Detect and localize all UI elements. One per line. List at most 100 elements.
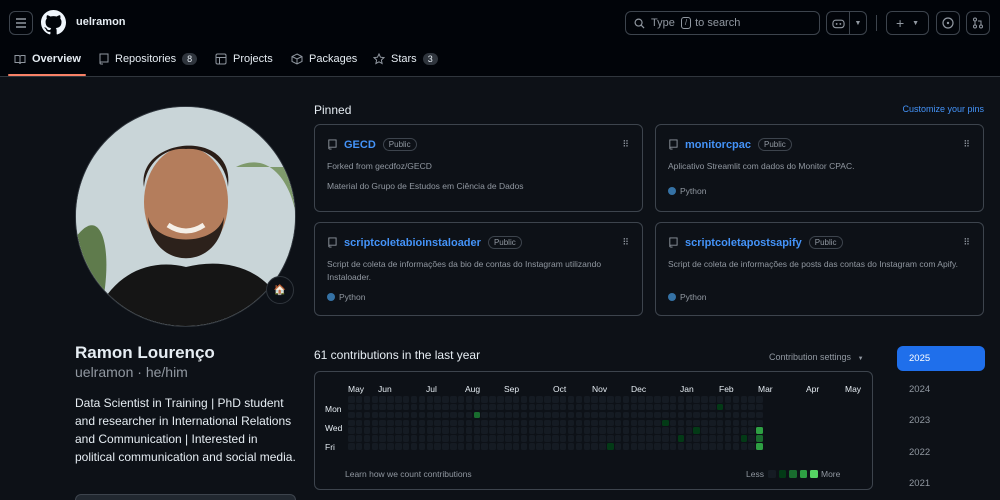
contribution-cell[interactable]	[402, 403, 410, 411]
contribution-cell[interactable]	[677, 435, 685, 442]
contribution-cell[interactable]	[583, 396, 590, 403]
contribution-cell[interactable]	[481, 435, 488, 442]
contribution-cell[interactable]	[685, 427, 693, 434]
contribution-cell[interactable]	[599, 411, 606, 419]
contribution-cell[interactable]	[638, 427, 645, 434]
contribution-cell[interactable]	[426, 403, 433, 411]
contribution-cell[interactable]	[552, 443, 559, 450]
contribution-cell[interactable]	[395, 427, 402, 434]
contribution-cell[interactable]	[654, 403, 661, 411]
contribution-cell[interactable]	[387, 403, 394, 411]
contribution-cell[interactable]	[395, 411, 402, 419]
contribution-cell[interactable]	[426, 443, 433, 450]
contribution-cell[interactable]	[387, 411, 394, 419]
contribution-cell[interactable]	[677, 419, 685, 427]
contribution-cell[interactable]	[677, 443, 685, 450]
contribution-cell[interactable]	[505, 396, 512, 403]
contribution-cell[interactable]	[489, 419, 496, 427]
tab-overview[interactable]: Overview	[14, 50, 81, 68]
contribution-cell[interactable]	[552, 427, 559, 434]
contribution-cell[interactable]	[497, 427, 504, 434]
forked-from[interactable]: Forked from gecdfoz/GECD	[327, 160, 632, 173]
contribution-cell[interactable]	[630, 396, 638, 403]
contribution-cell[interactable]	[450, 396, 457, 403]
contribution-cell[interactable]	[371, 396, 379, 403]
contribution-cell[interactable]	[716, 403, 724, 411]
contribution-cell[interactable]	[748, 419, 755, 427]
contribution-cell[interactable]	[465, 403, 473, 411]
contribution-cell[interactable]	[497, 419, 504, 427]
contribution-cell[interactable]	[505, 427, 512, 434]
contribution-cell[interactable]	[544, 435, 551, 442]
contribution-cell[interactable]	[512, 403, 520, 411]
contribution-cell[interactable]	[669, 435, 677, 442]
contribution-cell[interactable]	[410, 403, 418, 411]
contribution-cell[interactable]	[669, 411, 677, 419]
contribution-cell[interactable]	[630, 403, 638, 411]
contribution-cell[interactable]	[748, 396, 755, 403]
contribution-cell[interactable]	[410, 427, 418, 434]
contribution-cell[interactable]	[426, 419, 433, 427]
contribution-cell[interactable]	[756, 419, 763, 427]
contribution-cell[interactable]	[614, 435, 622, 442]
contribution-cell[interactable]	[355, 411, 363, 419]
contribution-cell[interactable]	[685, 411, 693, 419]
contribution-cell[interactable]	[716, 396, 724, 403]
contribution-cell[interactable]	[536, 411, 543, 419]
contribution-cell[interactable]	[677, 403, 685, 411]
contribution-cell[interactable]	[520, 403, 528, 411]
contribution-cell[interactable]	[591, 435, 598, 442]
contribution-cell[interactable]	[497, 403, 504, 411]
contribution-cell[interactable]	[426, 435, 433, 442]
contribution-cell[interactable]	[583, 443, 590, 450]
contribution-cell[interactable]	[371, 419, 379, 427]
contribution-cell[interactable]	[693, 419, 700, 427]
contribution-cell[interactable]	[536, 443, 543, 450]
contribution-cell[interactable]	[748, 411, 755, 419]
contribution-cell[interactable]	[544, 443, 551, 450]
contribution-cell[interactable]	[497, 443, 504, 450]
contribution-cell[interactable]	[536, 396, 543, 403]
contribution-cell[interactable]	[434, 443, 441, 450]
contribution-cell[interactable]	[669, 419, 677, 427]
contribution-cell[interactable]	[355, 403, 363, 411]
contribution-cell[interactable]	[638, 419, 645, 427]
contribution-cell[interactable]	[379, 403, 386, 411]
contribution-cell[interactable]	[646, 435, 653, 442]
contribution-cell[interactable]	[732, 435, 740, 442]
contribution-cell[interactable]	[724, 427, 732, 434]
contribution-cell[interactable]	[465, 427, 473, 434]
issues-button[interactable]	[936, 11, 960, 35]
contribution-cell[interactable]	[363, 443, 371, 450]
contribution-cell[interactable]	[371, 443, 379, 450]
menu-button[interactable]	[9, 11, 33, 35]
contribution-cell[interactable]	[434, 403, 441, 411]
contribution-cell[interactable]	[646, 427, 653, 434]
contribution-cell[interactable]	[379, 427, 386, 434]
contribution-cell[interactable]	[348, 403, 355, 411]
contribution-cell[interactable]	[701, 403, 708, 411]
contribution-cell[interactable]	[630, 419, 638, 427]
contribution-cell[interactable]	[426, 396, 433, 403]
drag-handle-icon[interactable]: ⠿	[963, 237, 970, 248]
contribution-cell[interactable]	[732, 427, 740, 434]
contribution-cell[interactable]	[732, 403, 740, 411]
contribution-cell[interactable]	[677, 427, 685, 434]
contribution-cell[interactable]	[716, 435, 724, 442]
contribution-cell[interactable]	[748, 427, 755, 434]
contribution-cell[interactable]	[724, 403, 732, 411]
contribution-cell[interactable]	[348, 443, 355, 450]
contribution-cell[interactable]	[583, 435, 590, 442]
contribution-cell[interactable]	[622, 419, 630, 427]
contribution-cell[interactable]	[709, 419, 716, 427]
contribution-cell[interactable]	[693, 435, 700, 442]
contribution-cell[interactable]	[614, 411, 622, 419]
contribution-cell[interactable]	[434, 419, 441, 427]
contribution-cell[interactable]	[614, 403, 622, 411]
contribution-cell[interactable]	[505, 443, 512, 450]
contribution-cell[interactable]	[693, 396, 700, 403]
contribution-cell[interactable]	[410, 396, 418, 403]
contribution-cell[interactable]	[544, 427, 551, 434]
contribution-cell[interactable]	[442, 411, 449, 419]
contribution-cell[interactable]	[371, 427, 379, 434]
